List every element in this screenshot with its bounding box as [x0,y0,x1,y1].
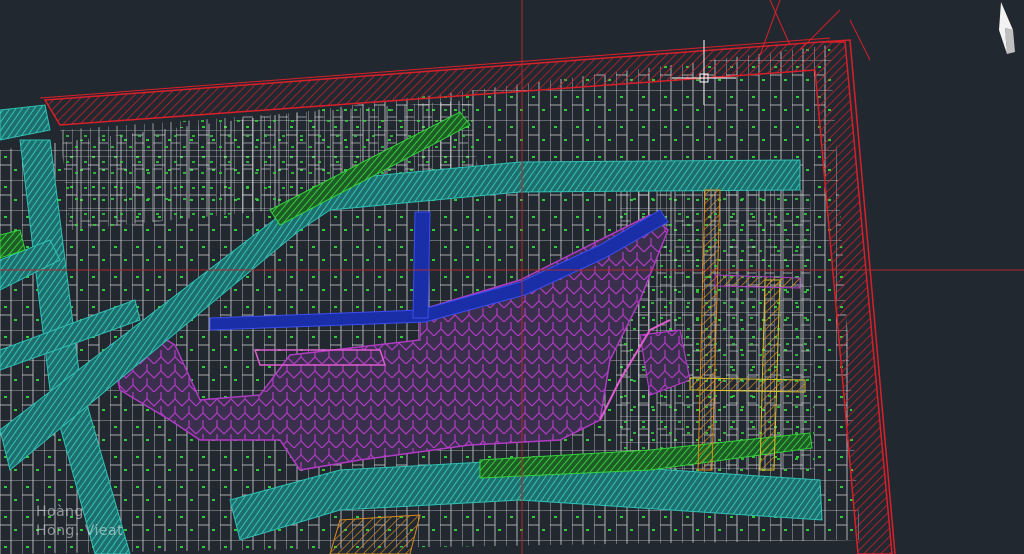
watermark: Hoàng Hong. Vieat [36,503,123,541]
cad-drawing-canvas[interactable] [0,0,1024,554]
watermark-line1: Hoàng [36,504,84,520]
watermark-line2: Hong. Vieat [36,523,124,539]
drawing-viewport[interactable]: Hoàng Hong. Vieat [0,0,1024,554]
north-arrow-icon [999,2,1015,54]
